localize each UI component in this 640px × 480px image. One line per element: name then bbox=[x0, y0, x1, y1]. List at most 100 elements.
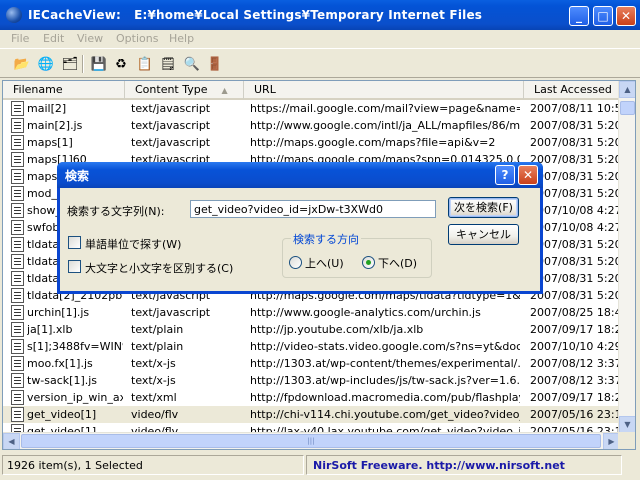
save-icon[interactable]: 💾 bbox=[89, 54, 109, 74]
table-row[interactable]: urchin[1].js text/javascript http://www.go… bbox=[3, 304, 625, 321]
direction-up-label[interactable]: 上へ(U) bbox=[305, 255, 344, 271]
cell-content-type: text/plain bbox=[131, 340, 184, 353]
menu-view[interactable]: View bbox=[77, 32, 103, 45]
cell-url: http://video-stats.video.google.com/s?ns… bbox=[250, 340, 520, 353]
direction-down-radio[interactable] bbox=[362, 256, 375, 269]
table-row[interactable]: version_ip_win_ax... text/xml http://fpdow… bbox=[3, 389, 625, 406]
cell-filename: urchin[1].js bbox=[27, 306, 90, 319]
menu-file[interactable]: File bbox=[11, 32, 29, 45]
cell-last-accessed: 2007/08/12 3:37: bbox=[530, 357, 625, 370]
copy-icon[interactable]: 📋 bbox=[135, 54, 155, 74]
horizontal-scrollbar[interactable]: ◀ ||| ▶ bbox=[3, 432, 620, 449]
find-next-button[interactable]: 次を検索(F) bbox=[448, 197, 519, 218]
menu-bar: File Edit View Options Help bbox=[0, 30, 640, 48]
app-globe-icon[interactable] bbox=[6, 7, 22, 23]
cell-last-accessed: 2007/08/31 5:20: bbox=[530, 136, 625, 149]
status-bar: 1926 item(s), 1 Selected NirSoft Freewar… bbox=[0, 452, 640, 480]
table-row[interactable]: mail[2] text/javascript https://mail.googl… bbox=[3, 100, 625, 117]
cell-url: http://1303.at/wp-includes/js/tw-sack.js… bbox=[250, 374, 520, 387]
dialog-close-button[interactable]: ✕ bbox=[518, 165, 538, 185]
menu-edit[interactable]: Edit bbox=[43, 32, 64, 45]
help-button[interactable]: ? bbox=[495, 165, 515, 185]
cell-last-accessed: 2007/09/17 18:25 bbox=[530, 391, 625, 404]
toolbar: 📂 🌐 🗂 💾 ♻ 📋 🗒 🔍 🚪 bbox=[0, 48, 640, 78]
file-icon bbox=[11, 169, 24, 184]
cell-last-accessed: 2007/08/31 5:20: bbox=[530, 187, 625, 200]
find-what-input[interactable] bbox=[190, 200, 436, 218]
cell-last-accessed: 2007/08/31 5:20: bbox=[530, 255, 625, 268]
direction-group: 検索する方向 上へ(U) 下へ(D) bbox=[282, 231, 432, 278]
column-header-filename[interactable]: Filename bbox=[3, 81, 125, 100]
menu-options[interactable]: Options bbox=[116, 32, 158, 45]
cell-last-accessed: 2007/09/17 18:23 bbox=[530, 323, 625, 336]
direction-down-label[interactable]: 下へ(D) bbox=[378, 255, 417, 271]
find-dialog-body: 検索する文字列(N): 次を検索(F) キャンセル 単語単位で探す(W) 大文字… bbox=[60, 188, 540, 291]
horizontal-scroll-thumb[interactable]: ||| bbox=[21, 434, 601, 448]
file-icon bbox=[11, 101, 24, 116]
cancel-button[interactable]: キャンセル bbox=[448, 224, 519, 245]
vertical-scroll-thumb[interactable] bbox=[620, 101, 635, 115]
cell-content-type: text/plain bbox=[131, 323, 184, 336]
cell-content-type: text/javascript bbox=[131, 119, 211, 132]
cell-last-accessed: 2007/10/08 4:27: bbox=[530, 204, 625, 217]
file-icon bbox=[11, 288, 24, 303]
table-row[interactable]: main[2].js text/javascript http://www.goog… bbox=[3, 117, 625, 134]
properties-icon[interactable]: 🗒 bbox=[158, 54, 178, 74]
cache-folder-icon[interactable]: 🗂 bbox=[60, 54, 80, 74]
cell-filename: ja[1].xlb bbox=[27, 323, 73, 336]
folder-open-icon[interactable]: 📂 bbox=[12, 54, 32, 74]
cell-content-type: text/javascript bbox=[131, 102, 211, 115]
scroll-down-button[interactable]: ▼ bbox=[619, 416, 635, 433]
table-row[interactable]: s[1];3488fv=WIN%... text/plain http://vide… bbox=[3, 338, 625, 355]
maximize-button[interactable]: □ bbox=[593, 6, 613, 26]
cell-url: http://www.google.com/intl/ja_ALL/mapfil… bbox=[250, 119, 520, 132]
exit-icon[interactable]: 🚪 bbox=[205, 54, 225, 74]
refresh-icon[interactable]: ♻ bbox=[111, 54, 131, 74]
cell-content-type: video/flv bbox=[131, 408, 179, 421]
menu-help[interactable]: Help bbox=[169, 32, 194, 45]
match-case-label[interactable]: 大文字と小文字を区別する(C) bbox=[85, 260, 233, 276]
file-icon bbox=[11, 407, 24, 422]
cell-filename: version_ip_win_ax... bbox=[27, 391, 123, 404]
cell-last-accessed: 2007/08/25 18:44 bbox=[530, 306, 625, 319]
cell-url: http://jp.youtube.com/xlb/ja.xlb bbox=[250, 323, 424, 336]
whole-word-label[interactable]: 単語単位で探す(W) bbox=[85, 236, 181, 252]
scroll-up-button[interactable]: ▲ bbox=[619, 81, 635, 98]
scroll-left-button[interactable]: ◀ bbox=[3, 433, 20, 449]
table-row[interactable]: tw-sack[1].js text/x-js http://1303.at/wp-… bbox=[3, 372, 625, 389]
minimize-button[interactable]: _ bbox=[569, 6, 589, 26]
cell-content-type: text/xml bbox=[131, 391, 177, 404]
find-icon[interactable]: 🔍 bbox=[182, 54, 202, 74]
table-row[interactable]: maps[1] text/javascript http://maps.google… bbox=[3, 134, 625, 151]
find-dialog-title: 検索 bbox=[65, 169, 90, 183]
close-button[interactable]: ✕ bbox=[616, 6, 636, 26]
match-case-checkbox[interactable] bbox=[68, 260, 81, 273]
table-row[interactable]: ja[1].xlb text/plain http://jp.youtube.com… bbox=[3, 321, 625, 338]
vertical-scrollbar[interactable]: ▲ ▼ bbox=[618, 81, 635, 433]
file-icon bbox=[11, 152, 24, 167]
column-header-last-accessed[interactable]: Last Accessed bbox=[524, 81, 625, 100]
whole-word-checkbox[interactable] bbox=[68, 236, 81, 249]
cell-last-accessed: 2007/08/31 5:20: bbox=[530, 289, 625, 302]
direction-up-radio[interactable] bbox=[289, 256, 302, 269]
column-header-url[interactable]: URL bbox=[244, 81, 524, 100]
file-icon bbox=[11, 322, 24, 337]
column-header-content-type[interactable]: Content Type ▲ bbox=[125, 81, 244, 100]
find-dialog: 検索 ? ✕ 検索する文字列(N): 次を検索(F) キャンセル 単語単位で探す… bbox=[57, 162, 543, 294]
globe-icon[interactable]: 🌐 bbox=[36, 54, 56, 74]
table-row[interactable]: moo.fx[1].js text/x-js http://1303.at/wp-c… bbox=[3, 355, 625, 372]
status-credit-link[interactable]: NirSoft Freeware. http://www.nirsoft.net bbox=[306, 455, 622, 475]
title-bar[interactable]: IECacheView: E:¥home¥Local Settings¥Temp… bbox=[0, 0, 640, 30]
cell-url: https://mail.google.com/mail?view=page&n… bbox=[250, 102, 520, 115]
status-item-count: 1926 item(s), 1 Selected bbox=[2, 455, 304, 475]
table-row[interactable]: get_video[1] video/flv http://chi-v114.chi… bbox=[3, 406, 625, 423]
find-what-label: 検索する文字列(N): bbox=[67, 205, 165, 218]
find-dialog-title-bar[interactable]: 検索 ? ✕ bbox=[57, 162, 543, 188]
file-icon bbox=[11, 186, 24, 201]
cell-url: http://www.google-analytics.com/urchin.j… bbox=[250, 306, 481, 319]
cell-content-type: text/javascript bbox=[131, 136, 211, 149]
file-icon bbox=[11, 135, 24, 150]
cell-content-type: text/x-js bbox=[131, 357, 176, 370]
sort-ascending-icon: ▲ bbox=[221, 86, 228, 95]
toolbar-separator bbox=[82, 55, 84, 73]
